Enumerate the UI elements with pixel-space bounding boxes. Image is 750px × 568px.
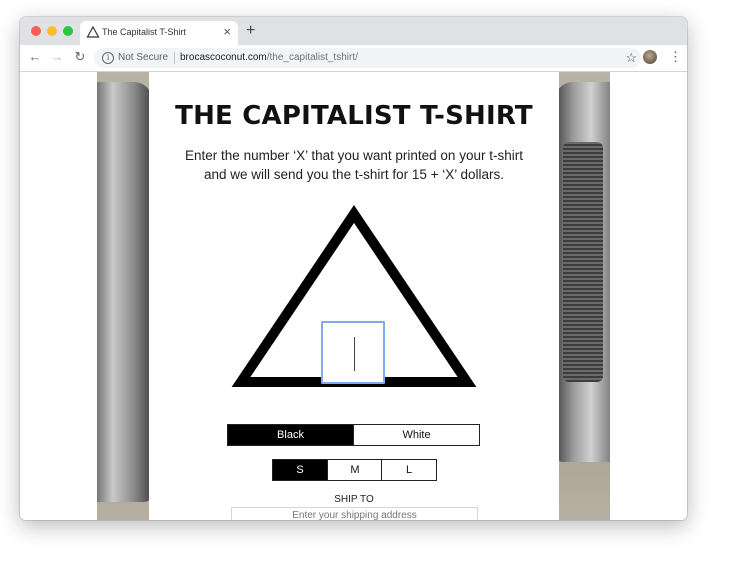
address-bar[interactable]: i Not Secure brocascoconut.com/the_capit…: [94, 48, 641, 68]
color-selector: Black White: [227, 424, 480, 446]
size-option-l[interactable]: L: [381, 459, 437, 481]
back-arrow-icon[interactable]: ←: [28, 50, 42, 64]
tab-bar: The Capitalist T-Shirt × +: [20, 17, 687, 45]
text-caret: [354, 337, 355, 371]
subtitle-line-2: and we will send you the t-shirt for 15 …: [203, 167, 505, 182]
minimize-window-button[interactable]: [47, 26, 57, 36]
forward-arrow-icon[interactable]: →: [50, 50, 64, 64]
close-window-button[interactable]: [31, 26, 41, 36]
tab-active[interactable]: The Capitalist T-Shirt ×: [80, 21, 238, 45]
background-machine-right: [555, 82, 610, 462]
background-machine-left: [97, 82, 152, 502]
new-tab-button[interactable]: +: [246, 22, 255, 40]
browser-toolbar: ← → ↻ i Not Secure brocascoconut.com/the…: [20, 45, 687, 72]
star-icon[interactable]: ☆: [625, 50, 637, 66]
reload-icon[interactable]: ↻: [73, 50, 87, 64]
security-label[interactable]: Not Secure: [118, 52, 168, 63]
color-option-white[interactable]: White: [353, 424, 480, 446]
size-option-m[interactable]: M: [327, 459, 383, 481]
shipping-address-input[interactable]: Enter your shipping address: [231, 507, 478, 520]
color-option-black[interactable]: Black: [227, 424, 354, 446]
tab-title: The Capitalist T-Shirt: [102, 27, 186, 37]
number-x-input[interactable]: [321, 321, 385, 384]
profile-avatar[interactable]: [643, 50, 657, 64]
size-option-s[interactable]: S: [272, 459, 328, 481]
page-viewport: THE CAPITALIST T-SHIRT Enter the number …: [20, 72, 687, 520]
url-text[interactable]: brocascoconut.com/the_capitalist_tshirt/: [180, 52, 358, 63]
ship-to-label: SHIP TO: [334, 494, 374, 505]
kebab-menu-icon[interactable]: ⋮: [669, 49, 682, 65]
zoom-window-button[interactable]: [63, 26, 73, 36]
url-domain: brocascoconut.com: [180, 52, 267, 63]
page-subtitle: Enter the number ‘X’ that you want print…: [169, 146, 539, 184]
address-separator: [174, 52, 175, 64]
size-selector: S M L: [272, 459, 437, 481]
url-path: /the_capitalist_tshirt/: [266, 52, 358, 63]
warning-triangle-icon: [86, 25, 100, 38]
tab-close-icon[interactable]: ×: [223, 24, 231, 40]
browser-window: The Capitalist T-Shirt × + ← → ↻ i Not S…: [20, 17, 687, 520]
page-title: THE CAPITALIST T-SHIRT: [175, 101, 533, 131]
background-machine-screen: [563, 142, 603, 382]
info-icon[interactable]: i: [102, 52, 114, 64]
subtitle-line-1: Enter the number ‘X’ that you want print…: [185, 148, 523, 163]
product-card: THE CAPITALIST T-SHIRT Enter the number …: [149, 72, 559, 520]
